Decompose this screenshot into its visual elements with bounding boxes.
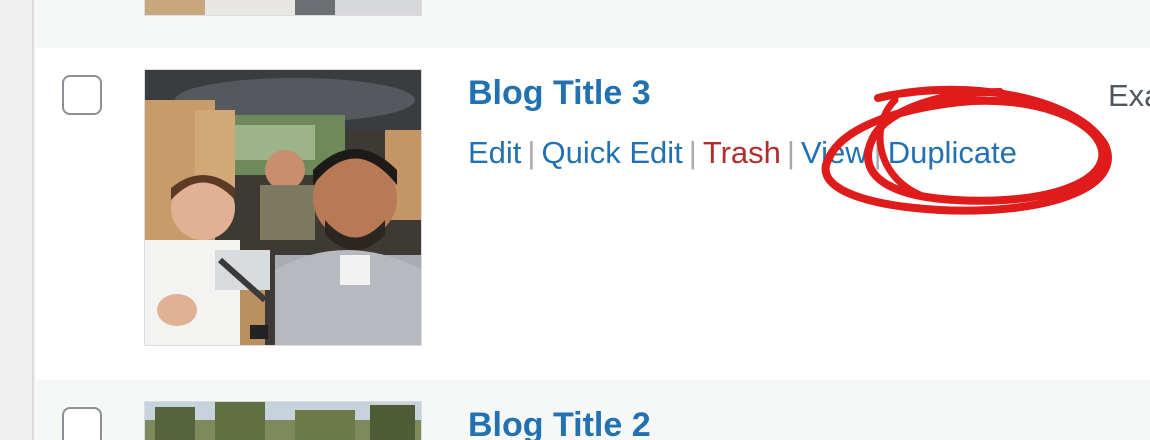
table-row <box>36 0 1150 48</box>
trash-link[interactable]: Trash <box>703 135 781 170</box>
table-row: Blog Title 2 <box>36 380 1150 440</box>
action-separator: | <box>786 135 795 170</box>
row-checkbox[interactable] <box>62 407 102 440</box>
photo-image <box>145 0 421 15</box>
edit-link[interactable]: Edit <box>468 135 521 170</box>
table-row: Blog Title 3 Edit | Quick Edit | Trash | View |… <box>36 48 1150 380</box>
row-checkbox[interactable] <box>62 75 102 115</box>
view-link[interactable]: View <box>801 135 868 170</box>
post-thumbnail[interactable] <box>144 0 422 16</box>
post-title-link[interactable]: Blog Title 3 <box>468 74 651 113</box>
admin-left-border <box>0 0 34 440</box>
duplicate-link[interactable]: Duplicate <box>888 135 1017 170</box>
post-thumbnail[interactable] <box>144 69 422 346</box>
row-actions: Edit | Quick Edit | Trash | View | Duplicate <box>468 135 1017 171</box>
post-title-link[interactable]: Blog Title 2 <box>468 406 651 440</box>
excerpt-text: Exa <box>1108 78 1150 113</box>
action-separator: | <box>873 135 882 170</box>
post-thumbnail[interactable] <box>144 401 422 440</box>
photo-image <box>145 70 421 345</box>
action-separator: | <box>527 135 536 170</box>
quick-edit-link[interactable]: Quick Edit <box>541 135 682 170</box>
action-separator: | <box>688 135 697 170</box>
photo-image <box>145 402 421 440</box>
